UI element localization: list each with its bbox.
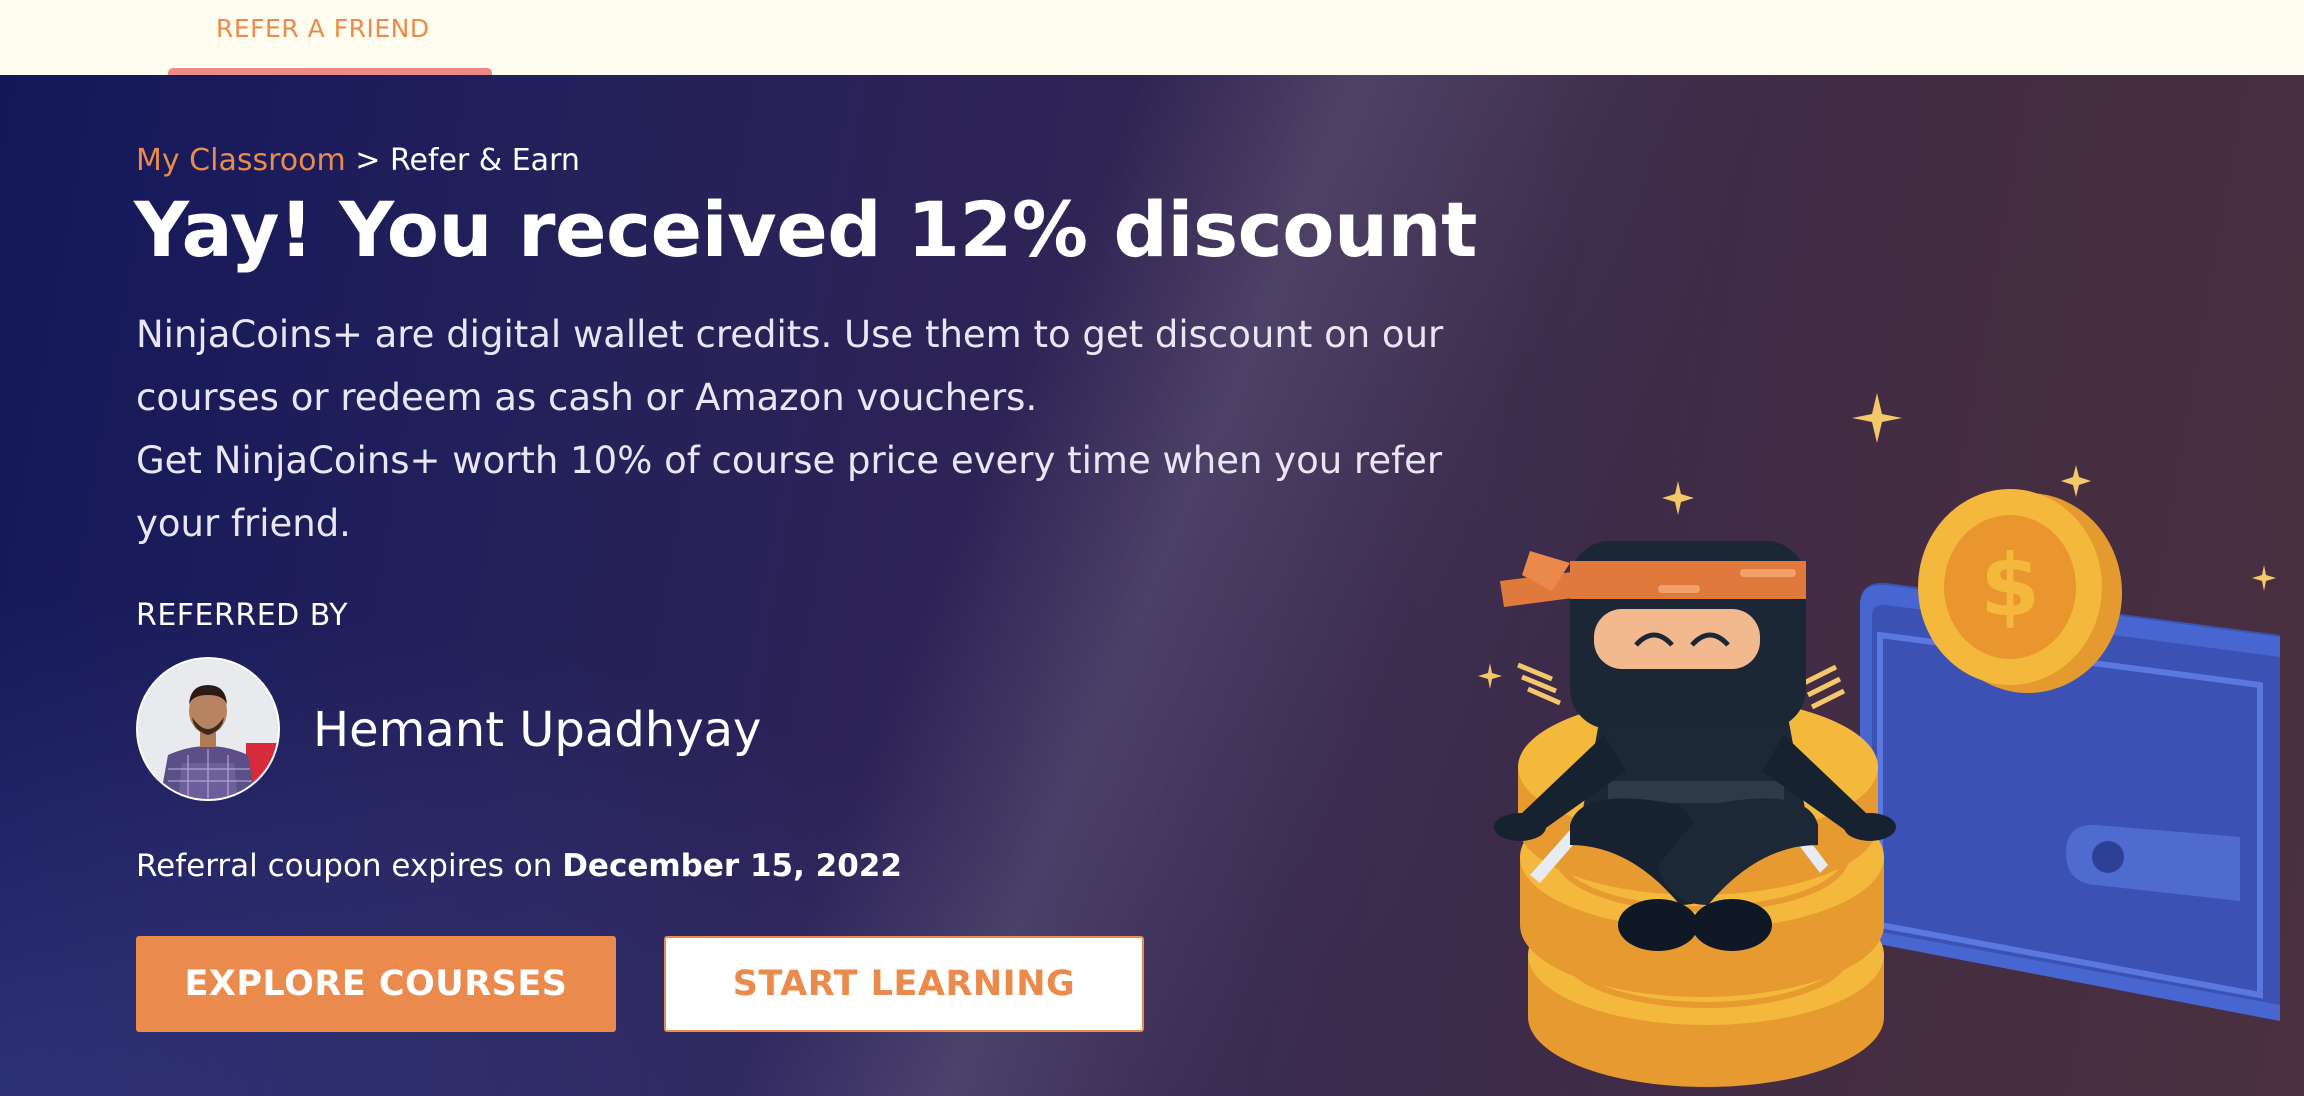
description-paragraph-wallet: NinjaCoins+ are digital wallet credits. … — [136, 313, 1444, 419]
top-navigation-bar: REFER A FRIEND — [0, 0, 2304, 75]
coupon-expiry-date: December 15, 2022 — [562, 848, 902, 884]
start-learning-button[interactable]: START LEARNING — [664, 936, 1144, 1032]
referred-by-label: REFERRED BY — [136, 598, 349, 633]
description-paragraph-referral: Get NinjaCoins+ worth 10% of course pric… — [136, 439, 1443, 545]
referrer-avatar — [136, 657, 280, 801]
tab-refer-a-friend-label: REFER A FRIEND — [216, 14, 430, 43]
breadcrumb-separator: > — [355, 143, 381, 178]
active-tab-indicator — [168, 68, 492, 75]
breadcrumb: My Classroom > Refer & Earn — [136, 143, 580, 178]
tab-refer-a-friend[interactable]: REFER A FRIEND — [168, 0, 492, 75]
ninja-coins-illustration: $ — [1478, 393, 2280, 1087]
referrer-name: Hemant Upadhyay — [313, 702, 762, 758]
breadcrumb-current: Refer & Earn — [389, 143, 580, 178]
referrer-photo — [138, 659, 278, 799]
hero-description: NinjaCoins+ are digital wallet credits. … — [136, 303, 1456, 555]
explore-courses-button[interactable]: EXPLORE COURSES — [136, 936, 616, 1032]
hero-section: My Classroom > Refer & Earn Yay! You rec… — [0, 75, 2304, 1096]
page-title: Yay! You received 12% discount — [134, 185, 1477, 274]
coupon-expiry: Referral coupon expires on December 15, … — [136, 848, 902, 884]
breadcrumb-link-my-classroom[interactable]: My Classroom — [136, 143, 346, 178]
coupon-expiry-prefix: Referral coupon expires on — [136, 848, 553, 884]
svg-text:$: $ — [1980, 536, 2040, 636]
